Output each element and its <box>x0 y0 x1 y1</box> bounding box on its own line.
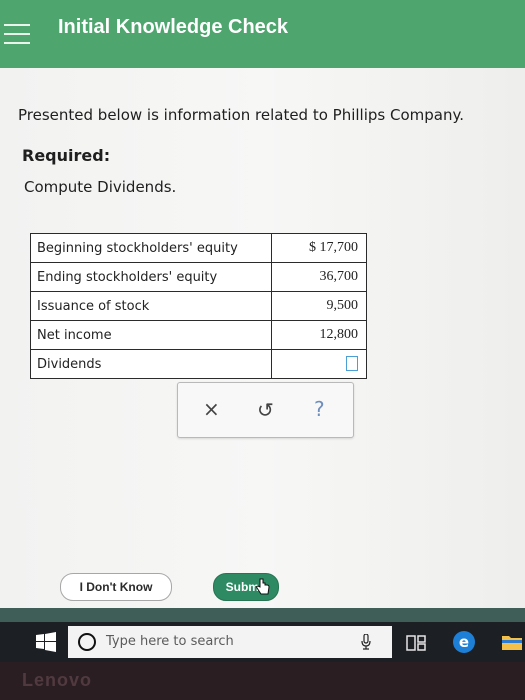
page-title: Initial Knowledge Check <box>58 16 289 38</box>
table-row: Dividends <box>30 349 367 379</box>
search-placeholder: Type here to search <box>106 634 234 649</box>
dividends-answer-cell[interactable] <box>271 349 367 379</box>
required-heading: Required: <box>22 146 111 165</box>
financial-data-table: Beginning stockholders' equity $ 17,700 … <box>30 233 367 379</box>
row-value: 9,500 <box>271 291 367 321</box>
screen-divider <box>0 608 525 622</box>
svg-text:e: e <box>459 633 469 651</box>
file-explorer-icon[interactable] <box>501 633 523 651</box>
app-header: Initial Knowledge Check <box>0 0 525 68</box>
hamburger-menu-icon[interactable] <box>4 24 30 46</box>
row-label: Ending stockholders' equity <box>30 262 272 292</box>
row-label: Dividends <box>30 349 272 379</box>
answer-toolbar: × ↺ ? <box>177 382 354 438</box>
dividends-answer-input[interactable] <box>346 356 358 372</box>
row-value: 36,700 <box>271 262 367 292</box>
clear-icon[interactable]: × <box>203 397 220 421</box>
question-intro: Presented below is information related t… <box>18 106 464 124</box>
table-row: Beginning stockholders' equity $ 17,700 <box>30 233 367 263</box>
edge-browser-icon[interactable]: e <box>452 630 476 654</box>
undo-icon[interactable]: ↺ <box>257 398 274 422</box>
question-panel: Presented below is information related t… <box>0 68 525 608</box>
question-instruction: Compute Dividends. <box>24 178 177 196</box>
row-label: Net income <box>30 320 272 350</box>
hand-cursor-icon <box>256 578 270 595</box>
microphone-icon[interactable] <box>361 634 371 650</box>
row-value: 12,800 <box>271 320 367 350</box>
table-row: Ending stockholders' equity 36,700 <box>30 262 367 292</box>
row-label: Beginning stockholders' equity <box>30 233 272 263</box>
dont-know-button[interactable]: I Don't Know <box>60 573 172 601</box>
help-icon[interactable]: ? <box>314 397 325 421</box>
windows-taskbar: Type here to search e <box>0 622 525 662</box>
task-view-icon[interactable] <box>406 634 426 652</box>
row-value: $ 17,700 <box>271 233 367 263</box>
laptop-bezel: Lenovo <box>0 662 525 700</box>
brand-logo: Lenovo <box>22 670 93 690</box>
row-label: Issuance of stock <box>30 291 272 321</box>
cortana-icon <box>78 633 96 651</box>
table-row: Issuance of stock 9,500 <box>30 291 367 321</box>
taskbar-search-box[interactable]: Type here to search <box>68 626 392 658</box>
windows-start-icon[interactable] <box>36 632 56 652</box>
table-row: Net income 12,800 <box>30 320 367 350</box>
